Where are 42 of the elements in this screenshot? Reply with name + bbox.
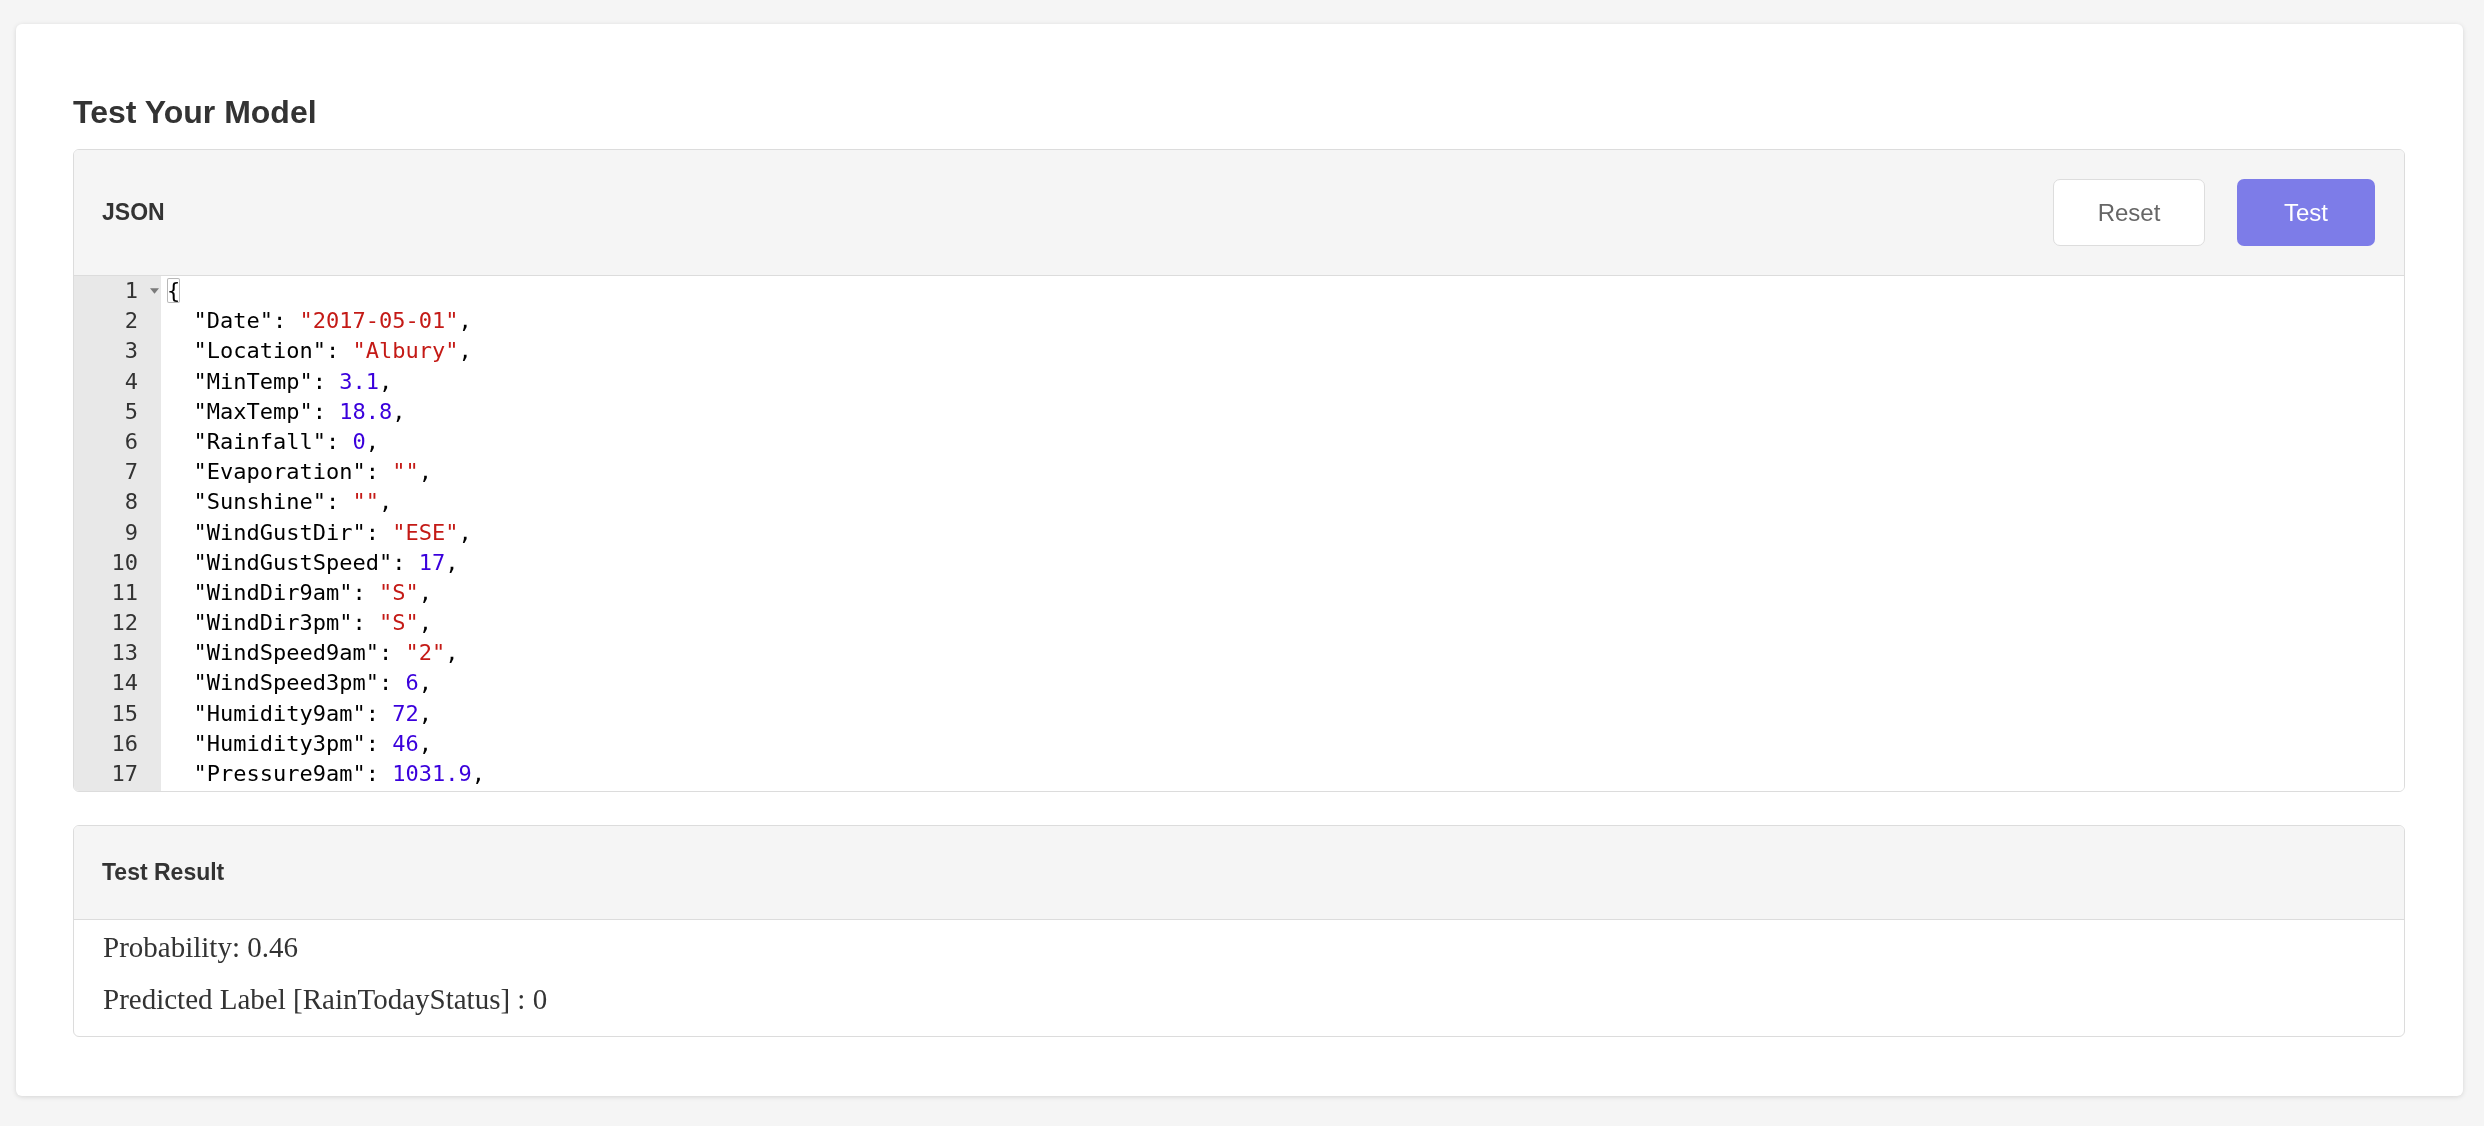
- panel-title: JSON: [102, 199, 165, 226]
- code-line: "Humidity3pm": 46,: [193, 729, 432, 758]
- code-line: "Rainfall": 0,: [193, 427, 379, 456]
- reset-button[interactable]: Reset: [2053, 179, 2205, 246]
- line-number: 12: [111, 609, 138, 638]
- test-button[interactable]: Test: [2237, 179, 2375, 246]
- line-number: 14: [111, 669, 138, 698]
- code-line: "WindDir9am": "S",: [193, 578, 432, 607]
- line-number: 1: [124, 277, 138, 305]
- result-text: Probability: 0.46: [103, 930, 298, 964]
- code-line: "WindSpeed9am": "2",: [193, 639, 459, 668]
- line-number: 15: [111, 699, 138, 728]
- line-number: 16: [111, 729, 138, 758]
- code-line: "Humidity9am": 72,: [193, 699, 432, 728]
- line-number: 10: [111, 548, 138, 577]
- line-number: 2: [124, 307, 138, 336]
- code-line: "Location": "Albury",: [193, 337, 472, 366]
- panel-title: Test Result: [102, 859, 225, 886]
- code-line: "WindGustDir": "ESE",: [193, 518, 472, 547]
- line-number: 7: [124, 458, 138, 487]
- code-line: "WindGustSpeed": 17,: [193, 548, 459, 577]
- code-line: "Date": "2017-05-01",: [193, 307, 472, 336]
- code-line: "MinTemp": 3.1,: [193, 367, 393, 396]
- code-line: "Sunshine": "",: [193, 488, 393, 517]
- code-line: {: [167, 277, 181, 305]
- result-text: Predicted Label [RainTodayStatus] : 0: [103, 982, 548, 1016]
- code-line: "Pressure9am": 1031.9,: [193, 760, 485, 788]
- line-number: 11: [111, 578, 138, 607]
- line-number: 17: [111, 760, 138, 788]
- line-number: 9: [124, 518, 138, 547]
- line-number: 4: [124, 367, 138, 396]
- line-number: 3: [124, 337, 138, 366]
- line-number: 5: [124, 397, 138, 426]
- line-number: 13: [111, 639, 138, 668]
- code-line: "MaxTemp": 18.8,: [193, 397, 406, 426]
- code-line: "WindDir3pm": "S",: [193, 609, 432, 638]
- fold-caret-icon[interactable]: [150, 288, 159, 295]
- code-line: "Evaporation": "",: [193, 458, 432, 487]
- page-title: Test Your Model: [73, 93, 317, 132]
- line-number: 6: [124, 427, 138, 456]
- code-line: "WindSpeed3pm": 6,: [193, 669, 432, 698]
- line-number: 8: [124, 488, 138, 517]
